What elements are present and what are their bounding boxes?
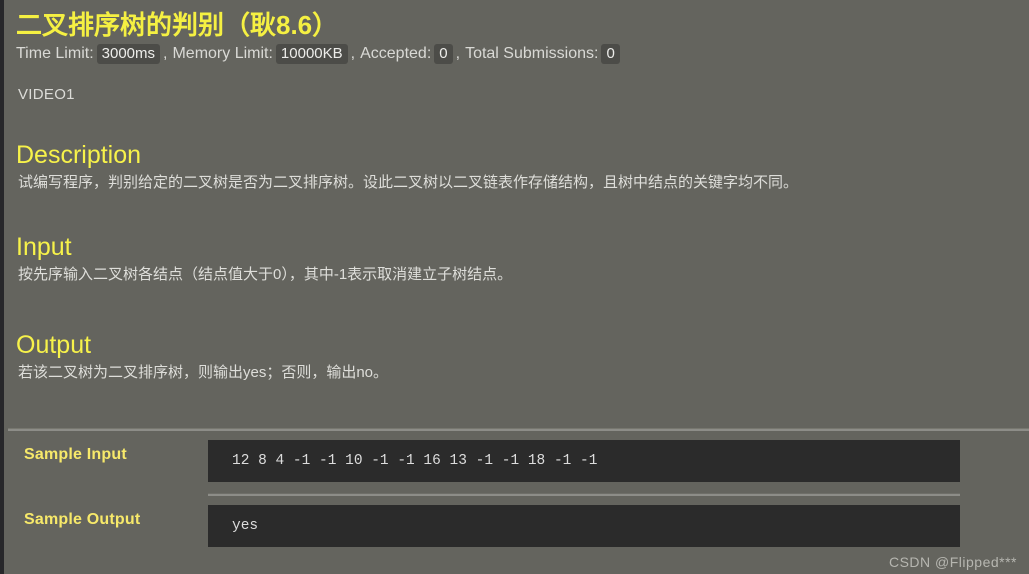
problem-page: 二叉排序树的判别（耿8.6） Time Limit: 3000ms , Memo… [4, 0, 1029, 574]
description-heading: Description [16, 141, 142, 169]
csdn-watermark: CSDN @Flipped*** [888, 554, 1017, 570]
sample-output-code: yes [208, 505, 960, 547]
input-heading: Input [16, 233, 72, 261]
meta-comma-2: , [350, 45, 356, 62]
time-limit-value: 3000ms [96, 44, 161, 64]
memory-limit-value: 10000KB [275, 44, 348, 64]
input-body: 按先序输入二叉树各结点（结点值大于0），其中-1表示取消建立子树结点。 [18, 266, 513, 283]
sample-output-row: Sample Output yes [4, 501, 1029, 566]
memory-limit-label: Memory Limit: [172, 45, 273, 62]
accepted-value: 0 [434, 44, 453, 64]
meta-comma-1: , [163, 45, 168, 62]
sample-output-label: Sample Output [24, 511, 141, 528]
sample-input-label: Sample Input [24, 446, 127, 463]
samples-area: Sample Input 12 8 4 -1 -1 10 -1 -1 16 13… [4, 436, 1029, 566]
accepted-label: Accepted: [360, 45, 432, 62]
sample-input-row: Sample Input 12 8 4 -1 -1 10 -1 -1 16 13… [4, 436, 1029, 501]
section-description: Description 试编写程序，判别给定的二叉树是否为二叉排序树。设此二叉树… [16, 140, 1017, 194]
samples-middle-divider [208, 493, 960, 496]
section-output: Output 若该二叉树为二叉排序树，则输出yes；否则，输出no。 [16, 330, 1017, 384]
sample-input-code: 12 8 4 -1 -1 10 -1 -1 16 13 -1 -1 18 -1 … [208, 440, 960, 482]
total-submissions-value: 0 [601, 44, 620, 64]
page-title: 二叉排序树的判别（耿8.6） [16, 10, 339, 40]
section-input: Input 按先序输入二叉树各结点（结点值大于0），其中-1表示取消建立子树结点… [16, 232, 1017, 286]
total-submissions-label: Total Submissions: [465, 45, 599, 62]
output-heading: Output [16, 331, 92, 359]
samples-top-divider [8, 428, 1029, 431]
video-link[interactable]: VIDEO1 [18, 86, 75, 103]
output-body: 若该二叉树为二叉排序树，则输出yes；否则，输出no。 [18, 364, 389, 381]
problem-meta: Time Limit: 3000ms , Memory Limit: 10000… [16, 44, 623, 64]
description-body: 试编写程序，判别给定的二叉树是否为二叉排序树。设此二叉树以二叉链表作存储结构，且… [18, 174, 799, 191]
time-limit-label: Time Limit: [16, 45, 94, 62]
meta-comma-3: , [455, 45, 461, 62]
